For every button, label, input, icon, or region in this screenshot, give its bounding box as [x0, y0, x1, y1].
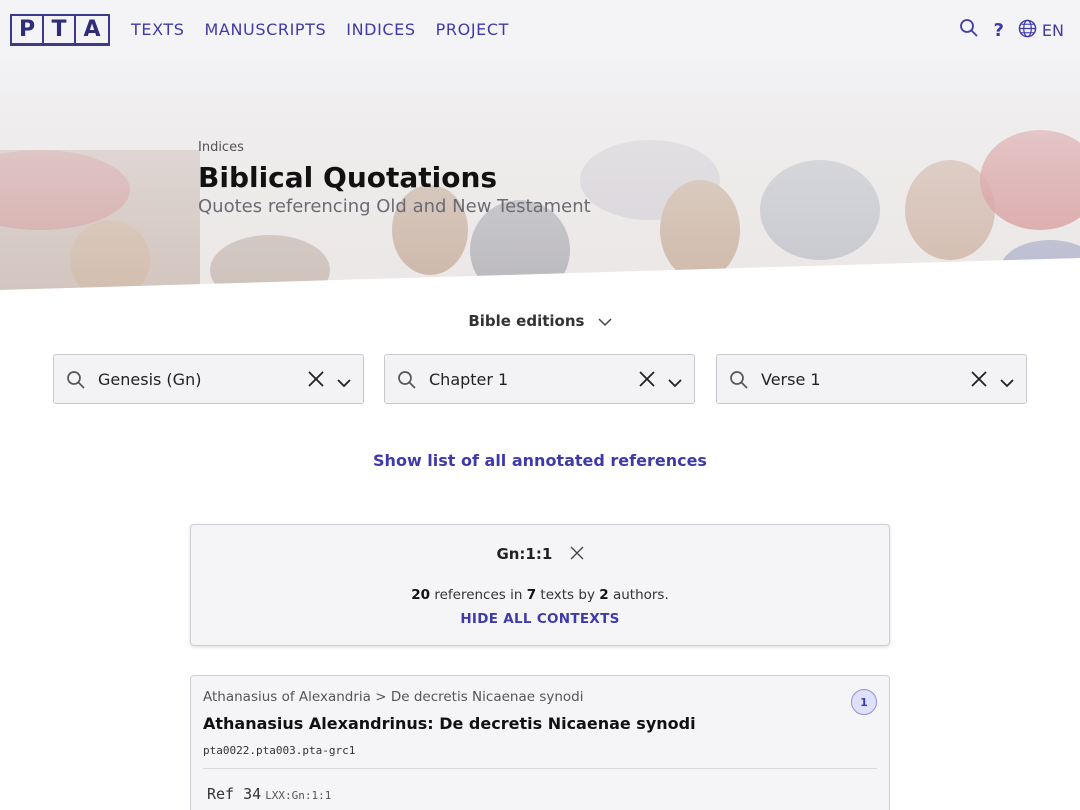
ref-label: Ref 34	[207, 785, 262, 803]
chapter-select-value: Chapter 1	[429, 370, 509, 389]
divider	[203, 768, 877, 769]
chevron-down-icon[interactable]	[668, 373, 682, 392]
show-all-references-link[interactable]: Show list of all annotated references	[0, 451, 1080, 470]
logo-letter-t: T	[44, 16, 76, 43]
stats-text-texts: texts by	[536, 587, 600, 603]
globe-icon	[1018, 19, 1037, 42]
result-reference-line: Ref 34 LXX:Gn:1:1	[207, 785, 331, 803]
hide-all-contexts-button[interactable]: HIDE ALL CONTEXTS	[191, 611, 889, 627]
reference-stats: 20 references in 7 texts by 2 authors.	[191, 587, 889, 603]
verse-select-value: Verse 1	[761, 370, 821, 389]
chevron-down-icon	[598, 313, 612, 331]
language-label: EN	[1041, 20, 1064, 40]
result-author-path[interactable]: Athanasius of Alexandria > De decretis N…	[203, 689, 583, 705]
logo-letter-p: P	[12, 16, 44, 43]
book-select-value: Genesis (Gn)	[98, 370, 202, 389]
nav-indices[interactable]: INDICES	[346, 20, 415, 39]
reference-header: Gn:1:1	[191, 545, 889, 564]
result-urn: pta0022.pta003.pta-grc1	[203, 744, 356, 757]
bible-editions-toggle[interactable]: Bible editions	[0, 312, 1080, 331]
reference-label: Gn:1:1	[496, 545, 553, 563]
hero-text: Indices Biblical Quotations Quotes refer…	[198, 140, 591, 217]
search-icon	[66, 370, 86, 394]
pta-logo[interactable]: P T A	[10, 14, 110, 46]
bible-editions-label: Bible editions	[468, 312, 585, 330]
page-title: Biblical Quotations	[198, 161, 498, 194]
reference-count: 20	[411, 587, 431, 603]
stats-text-authors: authors.	[608, 587, 669, 603]
logo-letter-a: A	[83, 17, 101, 42]
language-switcher[interactable]: EN	[1018, 19, 1064, 42]
author-count: 2	[599, 587, 609, 603]
search-icon	[729, 370, 749, 394]
chevron-down-icon[interactable]	[337, 373, 351, 392]
help-button[interactable]: ?	[993, 20, 1003, 41]
main-nav: TEXTS MANUSCRIPTS INDICES PROJECT	[131, 20, 509, 39]
top-navigation-bar: P T A TEXTS MANUSCRIPTS INDICES PROJECT …	[0, 0, 1080, 60]
clear-icon[interactable]	[307, 370, 325, 392]
breadcrumb[interactable]: Indices	[198, 140, 591, 155]
page-subtitle: Quotes referencing Old and New Testament	[198, 196, 591, 217]
hero-banner: Indices Biblical Quotations Quotes refer…	[0, 60, 1080, 290]
reference-summary-card: Gn:1:1 20 references in 7 texts by 2 aut…	[190, 524, 890, 646]
search-icon	[397, 370, 417, 394]
nav-right-tools: ? EN	[959, 18, 1064, 42]
nav-manuscripts[interactable]: MANUSCRIPTS	[205, 20, 327, 39]
search-icon[interactable]	[959, 18, 979, 42]
stats-text-references: references in	[430, 587, 527, 603]
text-count: 7	[526, 587, 537, 603]
ref-tag: LXX:Gn:1:1	[265, 789, 332, 802]
nav-texts[interactable]: TEXTS	[131, 20, 185, 39]
result-card: Athanasius of Alexandria > De decretis N…	[190, 675, 890, 810]
chapter-select[interactable]: Chapter 1	[384, 354, 695, 404]
verse-select[interactable]: Verse 1	[716, 354, 1027, 404]
clear-icon[interactable]	[970, 370, 988, 392]
clear-icon[interactable]	[638, 370, 656, 392]
result-title[interactable]: Athanasius Alexandrinus: De decretis Nic…	[203, 714, 696, 733]
chevron-down-icon[interactable]	[1000, 373, 1014, 392]
close-icon[interactable]	[570, 546, 584, 564]
book-select[interactable]: Genesis (Gn)	[53, 354, 364, 404]
nav-project[interactable]: PROJECT	[436, 20, 509, 39]
result-count-badge: 1	[851, 689, 877, 715]
